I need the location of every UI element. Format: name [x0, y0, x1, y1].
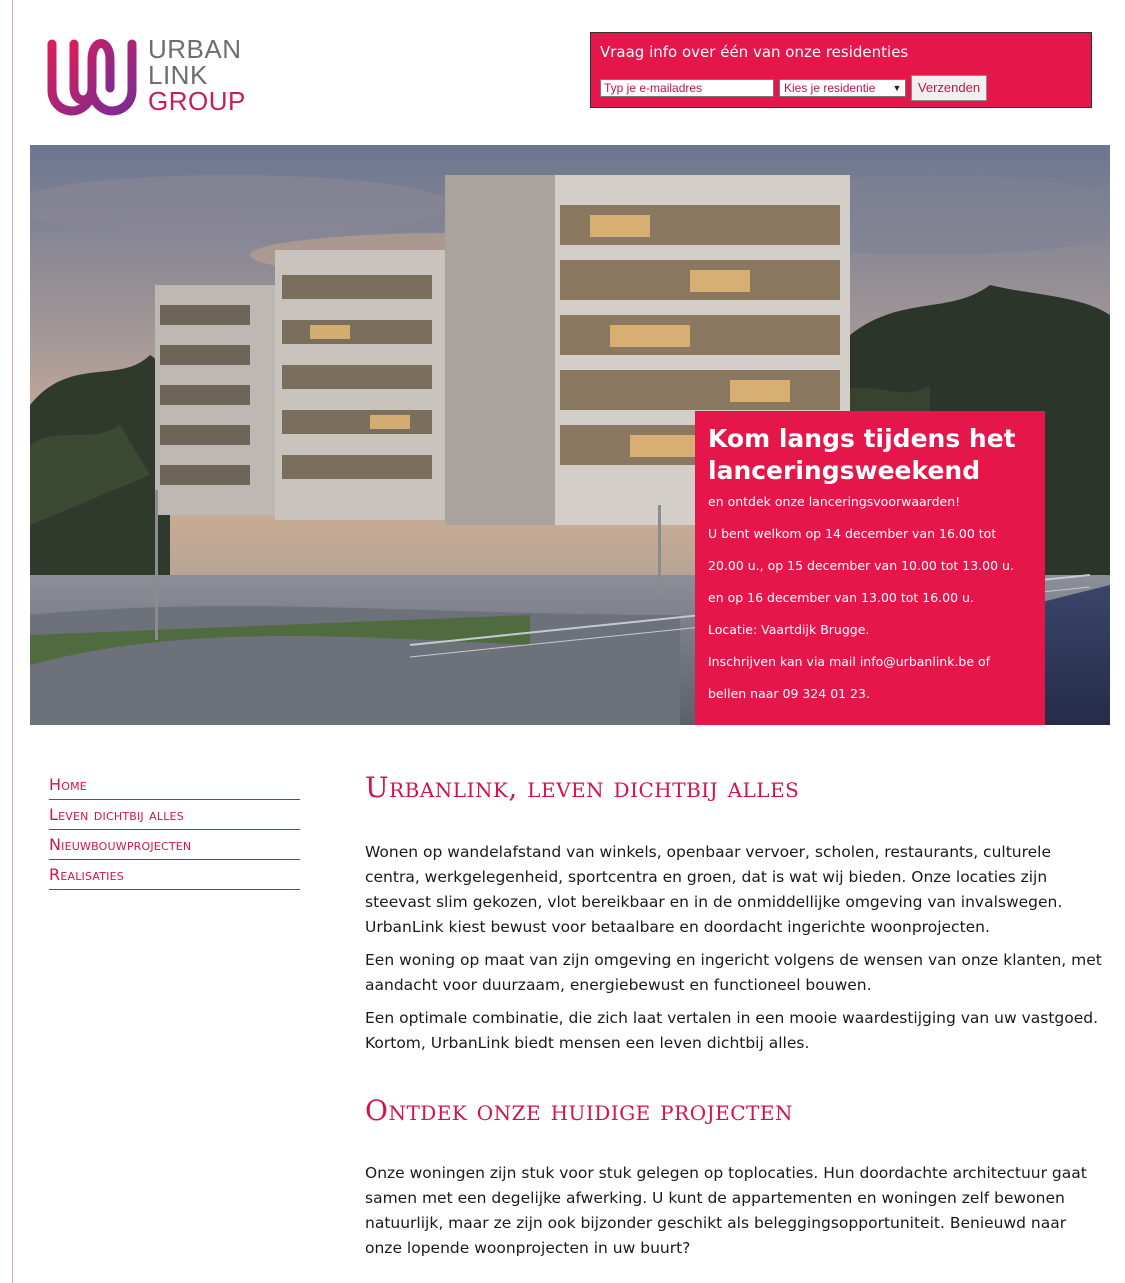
logo-line-link: LINK	[148, 60, 208, 90]
info-request-form: Vraag info over één van onze residenties…	[590, 32, 1092, 108]
nav-item-leven-dichtbij-alles[interactable]: Leven dichtbij alles	[49, 800, 300, 830]
info-form-title: Vraag info over één van onze residenties	[600, 43, 909, 61]
promo-line: Locatie: Vaartdijk Brugge.	[708, 622, 870, 637]
nav-item-label: Nieuwbouwprojecten	[49, 835, 192, 854]
promo-line: Inschrijven kan via mail info@urbanlink.…	[708, 654, 991, 669]
launch-weekend-promo: Kom langs tijdens het lanceringsweekend …	[695, 411, 1045, 725]
intro-paragraph: Wonen op wandelafstand van winkels, open…	[365, 843, 1063, 936]
chevron-down-icon: ▼	[892, 83, 902, 93]
urbanlink-logo[interactable]: URBAN LINK GROUP	[44, 30, 264, 126]
body-paragraph: Een optimale combinatie, die zich laat v…	[365, 1009, 1099, 1052]
residence-select[interactable]: Kies je residentie ▼	[779, 79, 906, 97]
nav-item-nieuwbouwprojecten[interactable]: Nieuwbouwprojecten	[49, 830, 300, 860]
nav-item-home[interactable]: Home	[49, 770, 300, 800]
submit-button[interactable]: Verzenden	[911, 75, 987, 101]
body-paragraph: Een woning op maat van zijn omgeving en …	[365, 951, 1102, 994]
logo-line-group: GROUP	[148, 86, 246, 116]
promo-title: Kom langs tijdens het lanceringsweekend	[708, 424, 1016, 485]
residence-select-value: Kies je residentie	[784, 81, 876, 95]
nav-item-label: Realisaties	[49, 865, 124, 884]
promo-line: U bent welkom op 14 december van 16.00 t…	[708, 526, 997, 541]
email-input[interactable]	[600, 79, 774, 97]
page-left-border	[12, 0, 13, 1283]
logo-wordmark: URBAN LINK GROUP	[148, 36, 246, 114]
nav-item-label: Leven dichtbij alles	[49, 805, 184, 824]
nav-item-label: Home	[49, 775, 87, 794]
hero-banner: Kom langs tijdens het lanceringsweekend …	[30, 145, 1110, 725]
nav-item-realisaties[interactable]: Realisaties	[49, 860, 300, 890]
section-title-projects: Ontdek onze huidige projecten	[365, 1094, 793, 1127]
promo-line: en op 16 december van 13.00 tot 16.00 u.	[708, 590, 974, 605]
promo-line: en ontdek onze lanceringsvoorwaarden!	[708, 494, 961, 509]
promo-line: 20.00 u., op 15 december van 10.00 tot 1…	[708, 558, 1014, 573]
projects-paragraph: Onze woningen zijn stuk voor stuk gelege…	[365, 1164, 1087, 1257]
page-title: Urbanlink, leven dichtbij alles	[365, 771, 800, 804]
side-navigation: Home Leven dichtbij alles Nieuwbouwproje…	[49, 770, 300, 890]
logo-line-urban: URBAN	[148, 34, 242, 64]
logo-mark-icon	[47, 39, 137, 116]
promo-line: bellen naar 09 324 01 23.	[708, 686, 870, 701]
